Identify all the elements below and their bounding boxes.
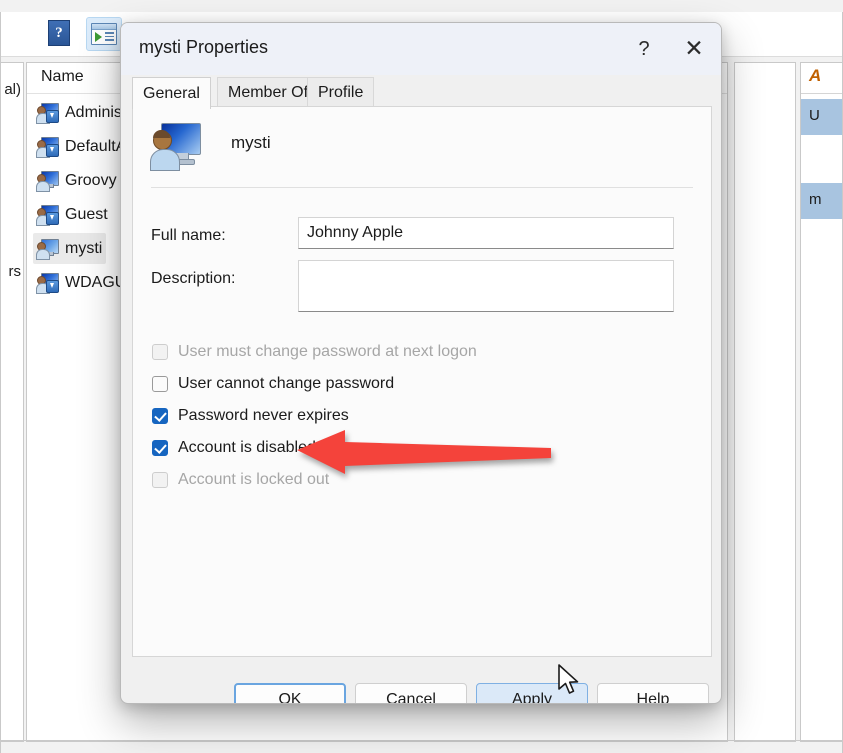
list-item-label: Groovy bbox=[65, 171, 117, 189]
help-icon: ? bbox=[48, 20, 70, 46]
column-header-name: Name bbox=[41, 68, 84, 85]
full-name-input[interactable] bbox=[298, 217, 674, 249]
user-account-icon bbox=[36, 272, 59, 294]
list-item-label: WDAGU bbox=[65, 273, 127, 291]
window-play-icon-button[interactable] bbox=[86, 17, 122, 51]
list-item[interactable]: DefaultA bbox=[33, 131, 130, 162]
close-icon[interactable]: ✕ bbox=[669, 23, 719, 75]
checkbox-user-must-change-password[interactable]: User must change password at next logon bbox=[152, 343, 477, 361]
checkbox-box[interactable] bbox=[152, 376, 168, 392]
help-button-footer[interactable]: Help bbox=[597, 683, 709, 703]
checkbox-box[interactable] bbox=[152, 440, 168, 456]
help-icon-button[interactable]: ? bbox=[42, 17, 76, 49]
checkbox-password-never-expires[interactable]: Password never expires bbox=[152, 407, 349, 425]
dialog-title: mysti Properties bbox=[139, 37, 269, 57]
actions-panel-row[interactable]: U bbox=[801, 99, 843, 135]
window-edge bbox=[0, 12, 1, 753]
checkbox-account-is-locked-out[interactable]: Account is locked out bbox=[152, 471, 329, 489]
checkbox-box[interactable] bbox=[152, 344, 168, 360]
tree-fragment-top: al) bbox=[4, 81, 21, 98]
description-input[interactable] bbox=[298, 260, 674, 312]
user-account-icon bbox=[150, 121, 203, 171]
checkbox-label: Account is locked out bbox=[178, 471, 330, 488]
dialog-titlebar[interactable]: mysti Properties ? ✕ bbox=[121, 23, 721, 76]
ok-button[interactable]: OK bbox=[234, 683, 346, 703]
list-item[interactable]: WDAGU bbox=[33, 267, 130, 298]
actions-panel-title: A bbox=[809, 66, 822, 85]
user-properties-dialog: mysti Properties ? ✕ General Member Of P… bbox=[120, 22, 722, 704]
list-item[interactable]: Groovy bbox=[33, 165, 121, 196]
checkbox-label: Account is disabled bbox=[178, 439, 316, 456]
actions-panel-row[interactable]: m bbox=[801, 183, 843, 219]
help-button[interactable]: ? bbox=[619, 23, 669, 75]
user-account-icon bbox=[36, 238, 59, 260]
full-name-label: Full name: bbox=[151, 227, 226, 244]
checkbox-account-is-disabled[interactable]: Account is disabled bbox=[152, 439, 316, 457]
section-divider bbox=[151, 187, 693, 188]
actions-panel[interactable]: A U m bbox=[800, 62, 843, 742]
user-account-icon bbox=[36, 136, 59, 158]
user-account-icon bbox=[36, 102, 59, 124]
list-item-label: DefaultA bbox=[65, 137, 127, 155]
list-item-mysti[interactable]: mysti bbox=[33, 233, 107, 264]
tab-general[interactable]: General bbox=[132, 77, 211, 109]
checkbox-label: Password never expires bbox=[178, 407, 349, 424]
window-edge bbox=[0, 740, 843, 741]
checkbox-box[interactable] bbox=[152, 408, 168, 424]
user-account-icon bbox=[36, 170, 59, 192]
account-username: mysti bbox=[231, 133, 271, 152]
list-item-label: mysti bbox=[65, 239, 103, 257]
cancel-button[interactable]: Cancel bbox=[355, 683, 467, 703]
tree-fragment-mid: rs bbox=[8, 263, 22, 280]
actions-panel-row-label: U bbox=[809, 107, 820, 124]
actions-panel-row-label: m bbox=[809, 191, 822, 208]
actions-panel-left-edge bbox=[734, 62, 796, 742]
dialog-tabstrip: General Member Of Profile bbox=[121, 75, 721, 109]
list-item[interactable]: Guest bbox=[33, 199, 112, 230]
checkbox-user-cannot-change-password[interactable]: User cannot change password bbox=[152, 375, 394, 393]
checkbox-box[interactable] bbox=[152, 472, 168, 488]
user-account-icon bbox=[36, 204, 59, 226]
general-tab-pane: mysti Full name: Description: User must … bbox=[132, 106, 712, 657]
checkbox-label: User cannot change password bbox=[178, 375, 395, 392]
checkbox-label: User must change password at next logon bbox=[178, 343, 477, 360]
tab-profile[interactable]: Profile bbox=[307, 77, 375, 108]
window-play-icon bbox=[91, 23, 117, 45]
list-item-label: Guest bbox=[65, 205, 108, 223]
description-label: Description: bbox=[151, 270, 236, 287]
apply-button[interactable]: Apply bbox=[476, 683, 588, 703]
actions-panel-header: A bbox=[801, 63, 843, 94]
list-item-label: Adminis bbox=[65, 103, 122, 121]
tab-member-of[interactable]: Member Of bbox=[217, 77, 320, 108]
list-item[interactable]: Adminis bbox=[33, 97, 126, 128]
console-tree-panel[interactable]: al) rs bbox=[0, 62, 24, 742]
